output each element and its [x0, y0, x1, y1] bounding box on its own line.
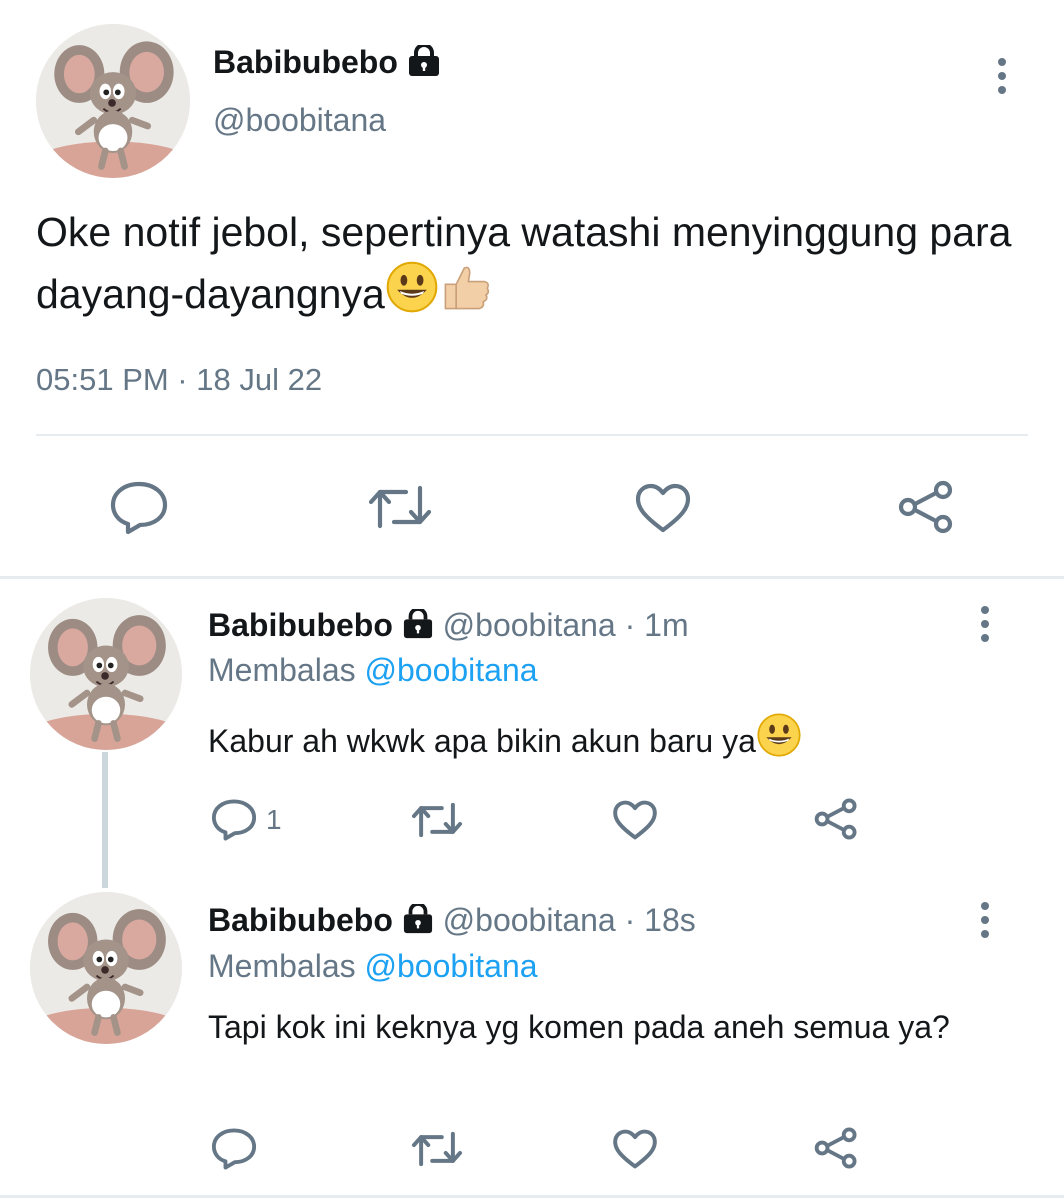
retweet-icon[interactable]	[366, 482, 434, 532]
grinning-face-emoji	[385, 260, 439, 314]
reply-handle[interactable]: @boobitana	[443, 902, 616, 938]
main-timestamp[interactable]: 05:51 PM · 18 Jul 22	[36, 362, 322, 398]
tweet-text: Oke notif jebol, sepertinya watashi meny…	[36, 209, 1012, 317]
thumbs-up-emoji	[439, 260, 495, 314]
like-icon[interactable]	[612, 799, 658, 841]
replying-prefix: Membalas	[208, 948, 356, 984]
reply-count: 1	[266, 804, 282, 835]
main-handle[interactable]: @boobitana	[213, 102, 386, 139]
retweet-icon[interactable]	[410, 800, 464, 840]
reply-text: Kabur ah wkwk apa bikin akun baru ya	[208, 712, 802, 763]
reply-icon[interactable]	[210, 1127, 258, 1171]
replying-mention-link[interactable]: @boobitana	[365, 948, 538, 984]
reply-icon[interactable]	[210, 798, 258, 842]
thread-line	[102, 752, 108, 888]
grinning-face-emoji	[756, 712, 802, 758]
reply-display-name[interactable]: Babibubebo	[208, 607, 393, 643]
bottom-divider	[0, 1195, 1064, 1198]
display-name-text: Babibubebo	[213, 44, 398, 80]
reply-handle[interactable]: @boobitana	[443, 607, 616, 643]
reply-header: Babibubebo @boobitana · 18s	[208, 901, 696, 942]
main-display-name[interactable]: Babibubebo	[213, 42, 441, 85]
like-icon[interactable]	[612, 1128, 658, 1170]
main-tweet-text: Oke notif jebol, sepertinya watashi meny…	[36, 204, 1016, 322]
reply-avatar[interactable]	[30, 892, 182, 1044]
reply-text-content: Kabur ah wkwk apa bikin akun baru ya	[208, 723, 756, 759]
replying-mention-link[interactable]: @boobitana	[365, 652, 538, 688]
replying-prefix: Membalas	[208, 652, 356, 688]
time-separator: ·	[624, 607, 636, 643]
lock-icon	[407, 42, 441, 85]
reply-header: Babibubebo @boobitana · 1m	[208, 606, 689, 647]
time-separator: ·	[624, 902, 636, 938]
replying-to: Membalas @boobitana	[208, 652, 538, 689]
more-icon[interactable]	[995, 58, 1009, 100]
more-icon[interactable]	[978, 902, 992, 944]
section-divider	[0, 576, 1064, 579]
lock-icon	[402, 901, 434, 942]
reply-time[interactable]: 1m	[644, 607, 688, 643]
lock-icon	[402, 606, 434, 647]
reply-display-name[interactable]: Babibubebo	[208, 902, 393, 938]
more-icon[interactable]	[978, 606, 992, 648]
share-icon[interactable]	[895, 478, 957, 536]
reply-icon[interactable]	[108, 480, 170, 536]
share-icon[interactable]	[812, 796, 860, 842]
reply-time[interactable]: 18s	[644, 902, 696, 938]
share-icon[interactable]	[812, 1125, 860, 1171]
reply-text: Tapi kok ini keknya yg komen pada aneh s…	[208, 1009, 950, 1045]
timestamp-divider	[36, 434, 1028, 436]
retweet-icon[interactable]	[410, 1129, 464, 1169]
replying-to: Membalas @boobitana	[208, 948, 538, 985]
reply-avatar[interactable]	[30, 598, 182, 750]
main-avatar[interactable]	[36, 24, 190, 178]
like-icon[interactable]	[634, 482, 692, 534]
